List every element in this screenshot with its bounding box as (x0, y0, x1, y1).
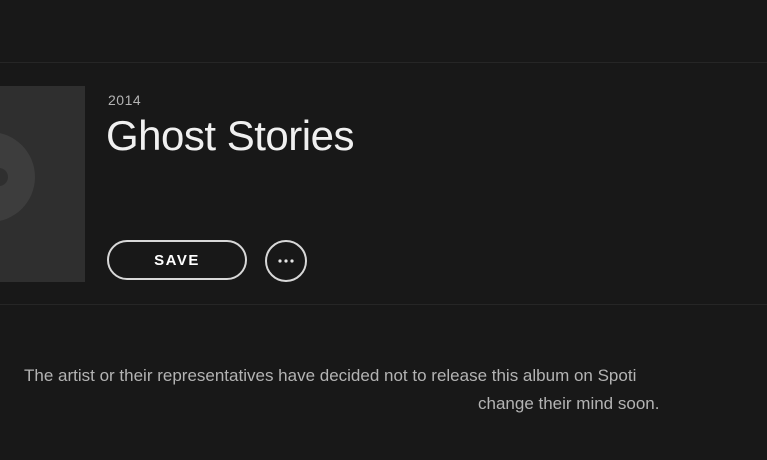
album-title: Ghost Stories (106, 112, 354, 159)
album-year: 2014 (108, 92, 142, 108)
album-page: 2014 Ghost Stories SAVE The artist or th… (0, 0, 767, 460)
unavailable-notice: The artist or their representatives have… (24, 362, 767, 418)
more-options-button[interactable] (265, 240, 307, 282)
notice-line-1: The artist or their representatives have… (24, 366, 637, 385)
album-cover[interactable] (0, 86, 85, 282)
notice-line-2: change their mind soon. (478, 394, 660, 413)
top-bar (0, 0, 767, 63)
ellipsis-icon (278, 259, 294, 263)
save-button[interactable]: SAVE (107, 240, 247, 280)
section-divider (0, 304, 767, 305)
